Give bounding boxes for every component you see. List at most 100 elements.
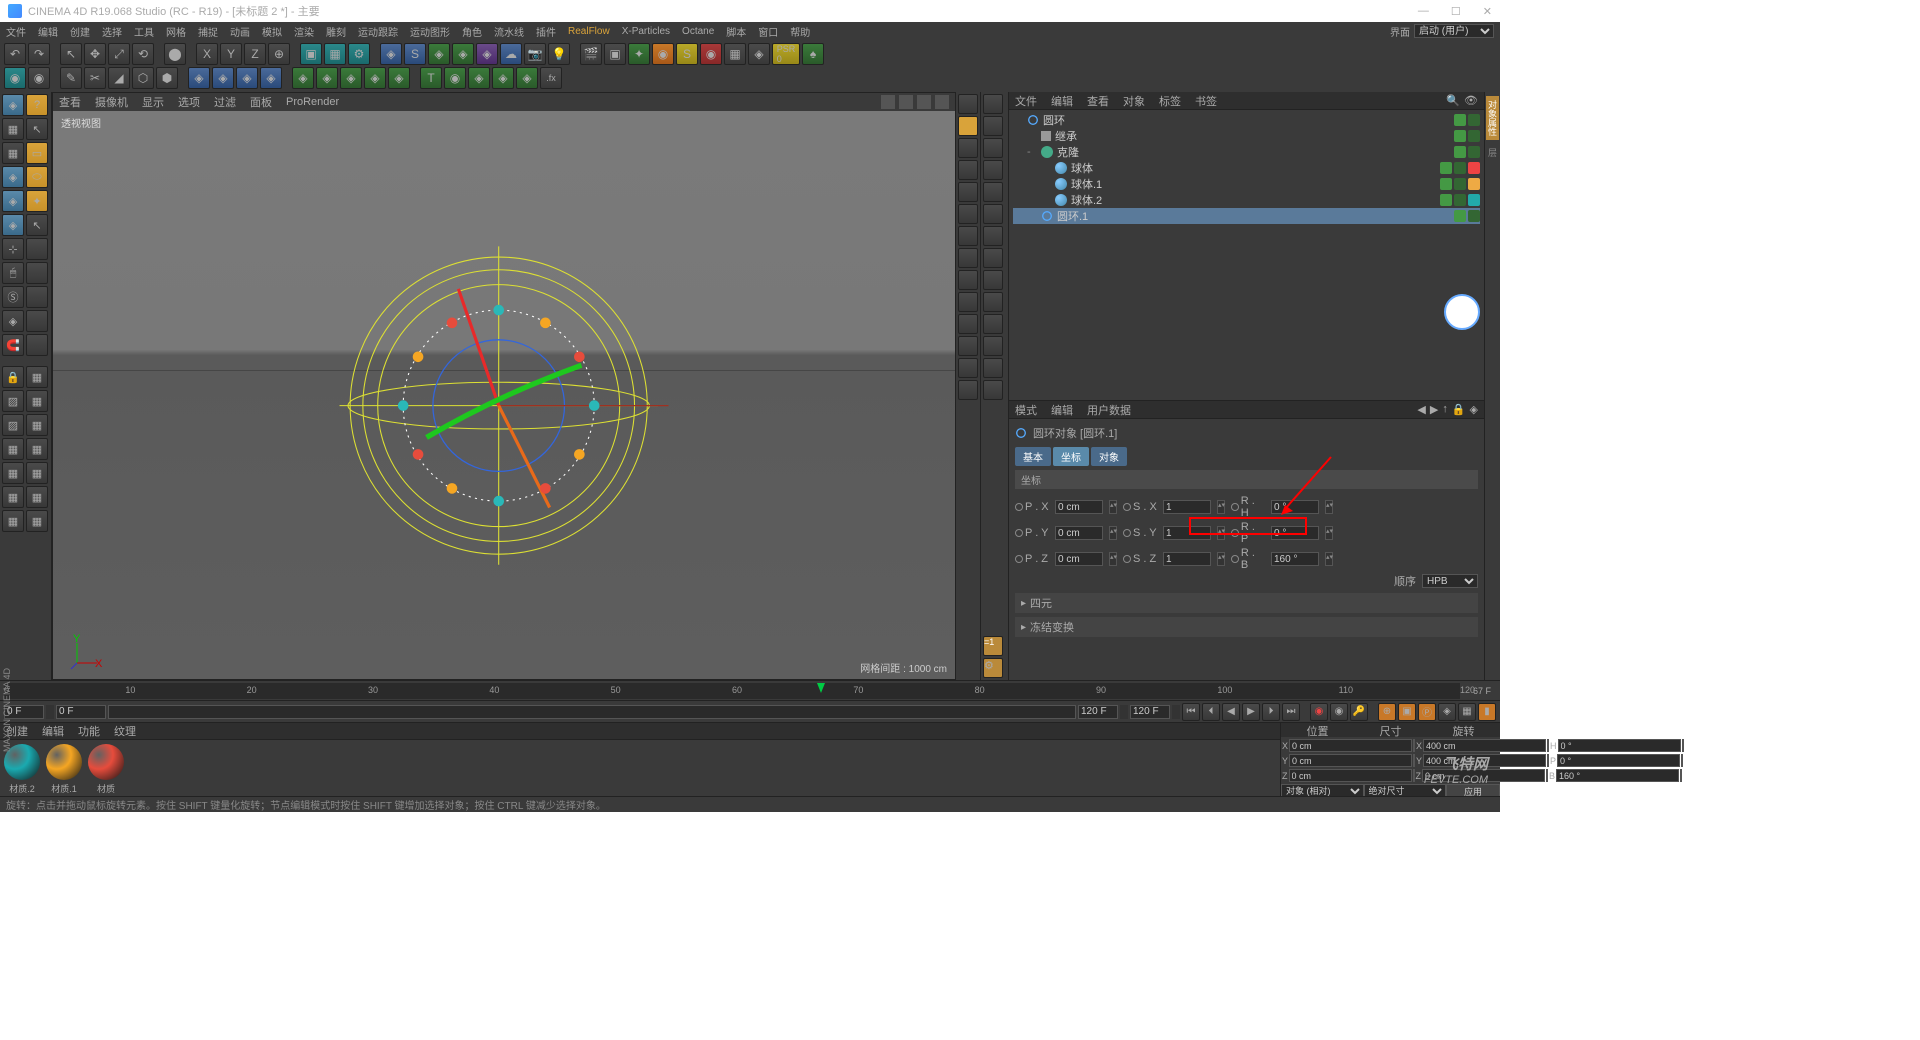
attr-lock-icon[interactable]: 🔒	[1452, 403, 1466, 416]
vp-menu-选项[interactable]: 选项	[178, 94, 200, 110]
et-5[interactable]	[983, 182, 1003, 202]
menu-编辑[interactable]: 编辑	[38, 24, 58, 39]
workplane-icon[interactable]: ◈	[2, 310, 24, 332]
lasso-select[interactable]: ⬭	[26, 166, 48, 188]
rh-spinner[interactable]: ▴▾	[1325, 500, 1333, 514]
move-icon[interactable]: ↖	[26, 214, 48, 236]
clapperboard-icon[interactable]: 🎬	[580, 43, 602, 65]
py-input[interactable]	[1055, 526, 1103, 540]
magnet-icon[interactable]: 🧲	[2, 334, 24, 356]
menu-运动跟踪[interactable]: 运动跟踪	[358, 24, 398, 39]
move-tool[interactable]: ✥	[84, 43, 106, 65]
vt-7[interactable]	[958, 226, 978, 246]
obj-menu-文件[interactable]: 文件	[1015, 93, 1037, 109]
sz-input[interactable]	[1163, 552, 1211, 566]
tool-6[interactable]: ◈	[748, 43, 770, 65]
vt-10[interactable]	[958, 292, 978, 312]
recent-tool[interactable]: ⬤	[164, 43, 186, 65]
camera-tool[interactable]: 📷	[524, 43, 546, 65]
vt-4[interactable]	[958, 160, 978, 180]
menu-流水线[interactable]: 流水线	[494, 24, 524, 39]
row2-11[interactable]: ◈	[260, 67, 282, 89]
vt-8[interactable]	[958, 248, 978, 268]
row2-21[interactable]: ◈	[516, 67, 538, 89]
z-axis-lock[interactable]: Z	[244, 43, 266, 65]
attr-menu-用户数据[interactable]: 用户数据	[1087, 402, 1131, 418]
row2-fx[interactable]: .fx	[540, 67, 562, 89]
select-tool[interactable]: ↖	[60, 43, 82, 65]
close-button[interactable]: ✕	[1483, 5, 1492, 18]
menu-选择[interactable]: 选择	[102, 24, 122, 39]
key-s[interactable]: ▣	[1398, 703, 1416, 721]
solo-icon[interactable]: ▨	[2, 390, 24, 412]
vt-14[interactable]	[958, 380, 978, 400]
tree-row[interactable]: 球体.1	[1013, 176, 1480, 192]
render-view[interactable]: ▣	[300, 43, 322, 65]
render-settings[interactable]: ⚙	[348, 43, 370, 65]
mat-menu-功能[interactable]: 功能	[78, 723, 100, 739]
vp-icon-2[interactable]	[899, 95, 913, 109]
obj-eye-icon[interactable]: 👁	[1464, 94, 1478, 107]
record-key[interactable]: ◉	[1310, 703, 1328, 721]
et-8[interactable]	[983, 248, 1003, 268]
thin-label-2[interactable]: 层	[1486, 144, 1499, 161]
extra-2[interactable]	[26, 262, 48, 284]
tool-5[interactable]: ▦	[724, 43, 746, 65]
vt-2[interactable]	[958, 116, 978, 136]
tree-row[interactable]: 球体	[1013, 160, 1480, 176]
menu-RealFlow[interactable]: RealFlow	[568, 26, 610, 37]
menu-捕捉[interactable]: 捕捉	[198, 24, 218, 39]
row2-7[interactable]: ⬢	[156, 67, 178, 89]
menu-工具[interactable]: 工具	[134, 24, 154, 39]
row2-15[interactable]: ◈	[364, 67, 386, 89]
maximize-button[interactable]: ☐	[1451, 5, 1461, 18]
menu-渲染[interactable]: 渲染	[294, 24, 314, 39]
menu-网格[interactable]: 网格	[166, 24, 186, 39]
order-select[interactable]: HPB	[1422, 574, 1478, 588]
et-7[interactable]	[983, 226, 1003, 246]
row2-12[interactable]: ◈	[292, 67, 314, 89]
menu-动画[interactable]: 动画	[230, 24, 250, 39]
menu-创建[interactable]: 创建	[70, 24, 90, 39]
et-2[interactable]	[983, 116, 1003, 136]
tab-coord[interactable]: 坐标	[1053, 447, 1089, 466]
grid-e[interactable]: ▦	[2, 438, 24, 460]
mat-menu-纹理[interactable]: 纹理	[114, 723, 136, 739]
scale-tool[interactable]: ⤢	[108, 43, 130, 65]
generator-tool[interactable]: ◈	[428, 43, 450, 65]
vp-icon-4[interactable]	[935, 95, 949, 109]
tool-2[interactable]: ✦	[628, 43, 650, 65]
row2-2[interactable]: ◉	[28, 67, 50, 89]
attr-fwd-icon[interactable]: ▶	[1430, 403, 1438, 416]
py-spinner[interactable]: ▴▾	[1109, 526, 1117, 540]
lock-icon[interactable]: 🔒	[2, 366, 24, 388]
row2-3[interactable]: ✎	[60, 67, 82, 89]
tree-row[interactable]: 圆环	[1013, 112, 1480, 128]
timeline[interactable]: 0102030405060708090100110120 67 F	[0, 680, 1500, 700]
row2-13[interactable]: ◈	[316, 67, 338, 89]
tool-3[interactable]: ◉	[652, 43, 674, 65]
polygon-mode[interactable]: ◈	[2, 214, 24, 236]
obj-menu-标签[interactable]: 标签	[1159, 93, 1181, 109]
grid-d[interactable]: ▦	[26, 414, 48, 436]
et-1[interactable]	[983, 94, 1003, 114]
layout-select[interactable]: 启动 (用户)	[1414, 24, 1494, 38]
grid-j[interactable]: ▦	[26, 486, 48, 508]
et-12[interactable]	[983, 336, 1003, 356]
row2-6[interactable]: ⬡	[132, 67, 154, 89]
et-4[interactable]	[983, 160, 1003, 180]
pz-input[interactable]	[1055, 552, 1103, 566]
object-tree[interactable]: 圆环继承-克隆球体球体.1球体.2圆环.1	[1009, 110, 1484, 400]
help-icon[interactable]: ?	[26, 94, 48, 116]
expand-quaternion[interactable]: ▸ 四元	[1015, 593, 1478, 613]
px-spinner[interactable]: ▴▾	[1109, 500, 1117, 514]
y-axis-lock[interactable]: Y	[220, 43, 242, 65]
start-spinner[interactable]	[46, 705, 54, 719]
rp-spinner[interactable]: ▴▾	[1325, 526, 1333, 540]
redo-button[interactable]: ↷	[28, 43, 50, 65]
menu-Octane[interactable]: Octane	[682, 26, 714, 37]
x-axis-lock[interactable]: X	[196, 43, 218, 65]
sy-spinner[interactable]: ▴▾	[1217, 526, 1225, 540]
row2-16[interactable]: ◈	[388, 67, 410, 89]
vt-13[interactable]	[958, 358, 978, 378]
